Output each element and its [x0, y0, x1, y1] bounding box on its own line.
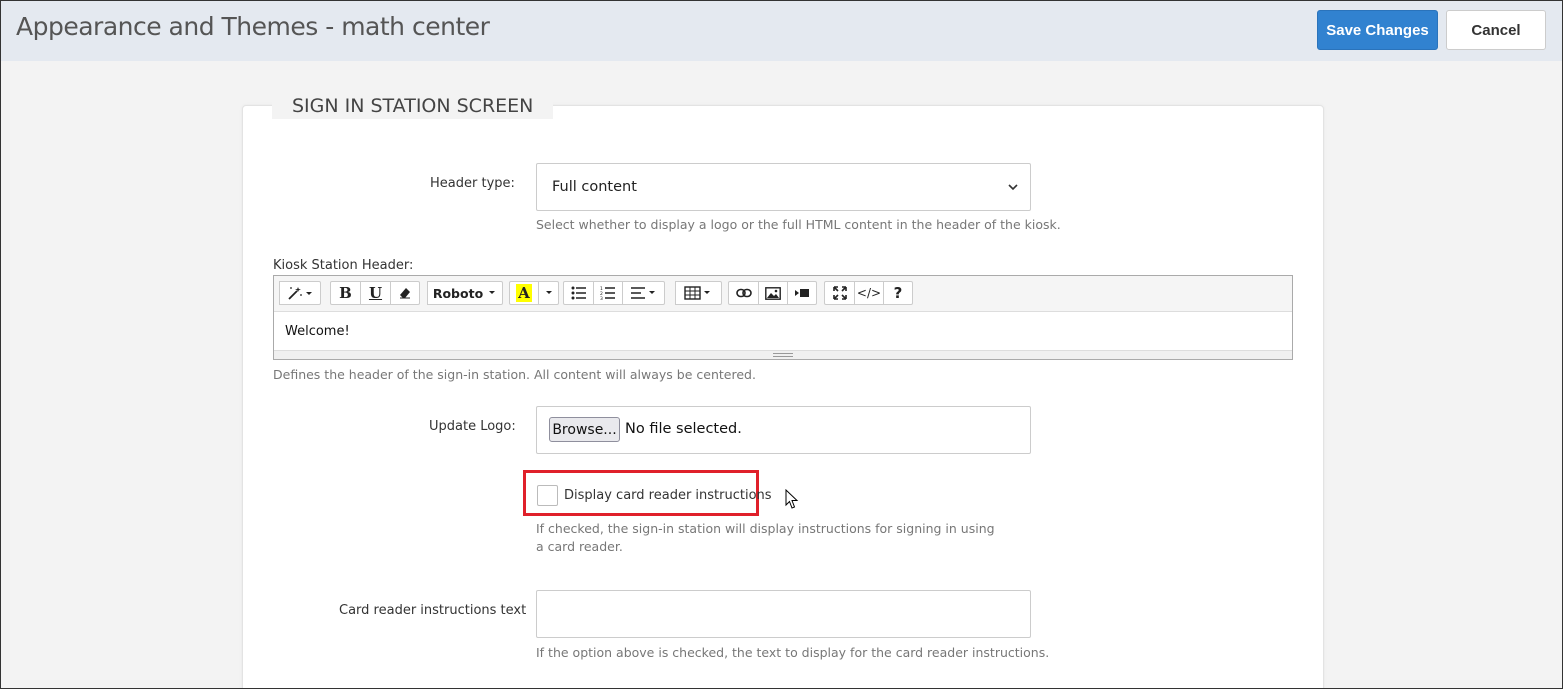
bold-icon[interactable]: B	[330, 281, 361, 305]
svg-text:3: 3	[600, 296, 603, 300]
video-icon[interactable]	[787, 281, 817, 305]
table-icon[interactable]	[675, 281, 722, 305]
unordered-list-icon[interactable]	[563, 281, 594, 305]
browse-button[interactable]: Browse...	[549, 417, 620, 442]
rich-text-editor: B U Roboto A 123 </> ? Welcome!	[273, 275, 1293, 360]
code-view-icon[interactable]: </>	[854, 281, 884, 305]
header-type-value: Full content	[552, 179, 637, 195]
text-color-icon[interactable]: A	[509, 281, 539, 305]
mouse-pointer-icon	[785, 488, 799, 515]
card-reader-text-input[interactable]	[536, 590, 1031, 638]
magic-icon[interactable]	[279, 281, 321, 305]
eraser-icon[interactable]	[390, 281, 420, 305]
card-reader-checkbox-label[interactable]: Display card reader instructions	[564, 488, 772, 503]
update-logo-label: Update Logo:	[429, 419, 516, 434]
font-family-value: Roboto	[432, 285, 484, 301]
page-title: Appearance and Themes - math center	[16, 12, 490, 41]
top-bar: Appearance and Themes - math center Save…	[0, 0, 1563, 61]
editor-toolbar: B U Roboto A 123 </> ?	[274, 276, 1292, 312]
file-status: No file selected.	[625, 421, 742, 437]
fullscreen-icon[interactable]	[824, 281, 855, 305]
save-changes-button[interactable]: Save Changes	[1317, 10, 1438, 50]
align-icon[interactable]	[622, 281, 665, 305]
card-reader-text-label: Card reader instructions text	[339, 603, 527, 618]
picture-icon[interactable]	[758, 281, 788, 305]
ordered-list-icon[interactable]: 123	[593, 281, 623, 305]
section-title: SIGN IN STATION SCREEN	[272, 93, 554, 119]
logo-file-input: Browse... No file selected.	[536, 406, 1031, 454]
link-icon[interactable]	[728, 281, 759, 305]
resize-grip-icon[interactable]	[773, 353, 793, 357]
editor-resize-bar[interactable]	[274, 350, 1292, 359]
cancel-button[interactable]: Cancel	[1446, 10, 1546, 50]
kiosk-header-help: Defines the header of the sign-in statio…	[273, 367, 756, 382]
underline-icon[interactable]: U	[360, 281, 391, 305]
card-reader-checkbox[interactable]	[537, 485, 558, 506]
help-icon[interactable]: ?	[883, 281, 913, 305]
header-type-select[interactable]: Full content	[536, 163, 1031, 211]
card-reader-text-help: If the option above is checked, the text…	[536, 645, 1050, 660]
header-type-help: Select whether to display a logo or the …	[536, 217, 1061, 232]
color-dropdown-icon[interactable]	[538, 281, 559, 305]
card-reader-help: If checked, the sign-in station will dis…	[536, 521, 995, 554]
font-family-dropdown[interactable]: Roboto	[427, 281, 503, 305]
kiosk-header-label: Kiosk Station Header:	[273, 258, 414, 273]
header-type-label: Header type:	[430, 176, 515, 191]
editor-content[interactable]: Welcome!	[274, 312, 1292, 350]
